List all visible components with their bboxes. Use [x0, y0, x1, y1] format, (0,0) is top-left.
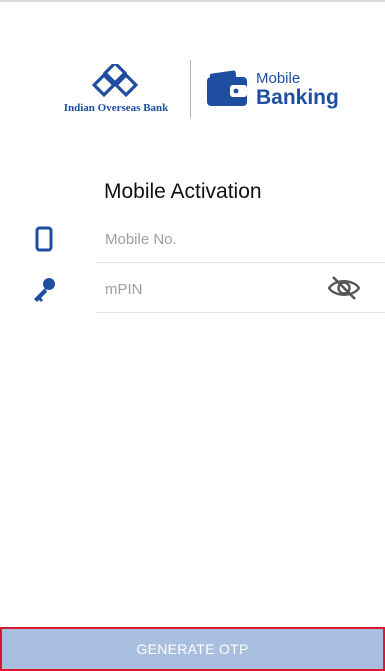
- logo-divider: [190, 60, 191, 118]
- top-edge: [0, 0, 385, 2]
- mobile-number-underline: [96, 262, 385, 263]
- mobile-number-input[interactable]: [96, 216, 366, 262]
- bank-name: Indian Overseas Bank: [63, 102, 169, 114]
- eye-off-icon[interactable]: [326, 274, 362, 302]
- header-logos: Indian Overseas Bank Mobile Banking: [0, 58, 385, 120]
- bank-logo: Indian Overseas Bank: [54, 64, 178, 118]
- bank-logo-icon: [91, 64, 139, 98]
- mobile-number-row: [0, 216, 385, 264]
- page-title: Mobile Activation: [104, 180, 262, 203]
- key-icon: [34, 278, 55, 302]
- app-name-line2: Banking: [256, 86, 339, 109]
- mpin-row: [0, 266, 385, 314]
- wallet-icon: [207, 70, 247, 106]
- app-name-line1: Mobile: [256, 70, 301, 87]
- mobile-banking-logo: Mobile Banking: [206, 70, 356, 114]
- generate-otp-button[interactable]: GENERATE OTP: [0, 627, 385, 671]
- mpin-underline: [96, 312, 385, 313]
- phone-icon: [35, 226, 53, 252]
